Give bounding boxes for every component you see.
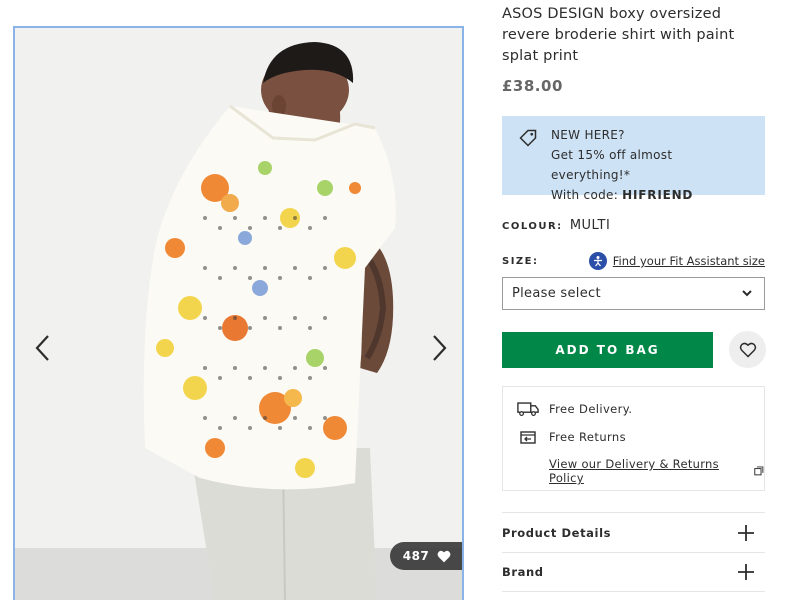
price-tag-icon (519, 129, 537, 147)
chevron-right-icon (433, 335, 447, 361)
plus-icon (738, 564, 754, 580)
free-returns-text: Free Returns (549, 430, 627, 444)
accordion-label: Product Details (502, 525, 612, 540)
promo-banner[interactable]: NEW HERE? Get 15% off almost everything!… (502, 116, 765, 202)
free-returns-row: Free Returns (517, 429, 764, 445)
promo-line-3: With code: HIFRIEND (551, 188, 694, 202)
save-for-later-button[interactable] (729, 331, 766, 368)
fit-assistant-icon (588, 252, 607, 270)
delivery-info-box: Free Delivery. Free Returns View our Del… (502, 386, 765, 491)
fit-assistant-link[interactable]: Find your Fit Assistant size (588, 252, 765, 270)
colour-label: COLOUR: (502, 221, 563, 232)
size-row: SIZE: Find your Fit Assistant size (502, 252, 765, 270)
product-photo (15, 28, 462, 600)
truck-icon (517, 402, 541, 416)
product-details-accordion[interactable]: Product Details (502, 512, 765, 552)
external-link-icon (754, 466, 764, 476)
plus-icon (738, 524, 754, 541)
add-to-bag-button[interactable]: ADD TO BAG (502, 332, 713, 368)
promo-line-2: Get 15% off almost everything!* (551, 148, 673, 182)
promo-line-1: NEW HERE? (551, 128, 625, 142)
size-label: SIZE: (502, 255, 539, 267)
free-delivery-row: Free Delivery. (517, 401, 764, 417)
chevron-left-icon (35, 335, 49, 361)
size-select-value: Please select (512, 286, 601, 301)
delivery-returns-policy-link[interactable]: View our Delivery & Returns Policy (549, 457, 764, 485)
heart-icon (437, 550, 451, 562)
colour-value: MULTI (569, 218, 611, 233)
colour-row: COLOUR: MULTI (502, 218, 610, 233)
heart-icon (739, 342, 756, 358)
chevron-down-icon (742, 290, 752, 297)
product-price: £38.00 (502, 77, 563, 95)
free-delivery-text: Free Delivery. (549, 402, 633, 416)
returns-icon (517, 430, 541, 444)
brand-accordion[interactable]: Brand (502, 552, 765, 592)
policy-link-label: View our Delivery & Returns Policy (549, 457, 719, 485)
promo-code: HIFRIEND (622, 188, 694, 202)
product-image-gallery[interactable]: 487 (13, 26, 464, 600)
previous-image-button[interactable] (27, 328, 57, 368)
next-image-button[interactable] (425, 328, 455, 368)
product-title: ASOS DESIGN boxy oversized revere broder… (502, 6, 735, 64)
likes-count: 487 (402, 549, 430, 563)
fit-assistant-link-label: Find your Fit Assistant size (612, 254, 765, 268)
likes-badge[interactable]: 487 (390, 542, 462, 570)
size-select[interactable]: Please select (502, 277, 765, 310)
accordion-label: Brand (502, 565, 544, 579)
